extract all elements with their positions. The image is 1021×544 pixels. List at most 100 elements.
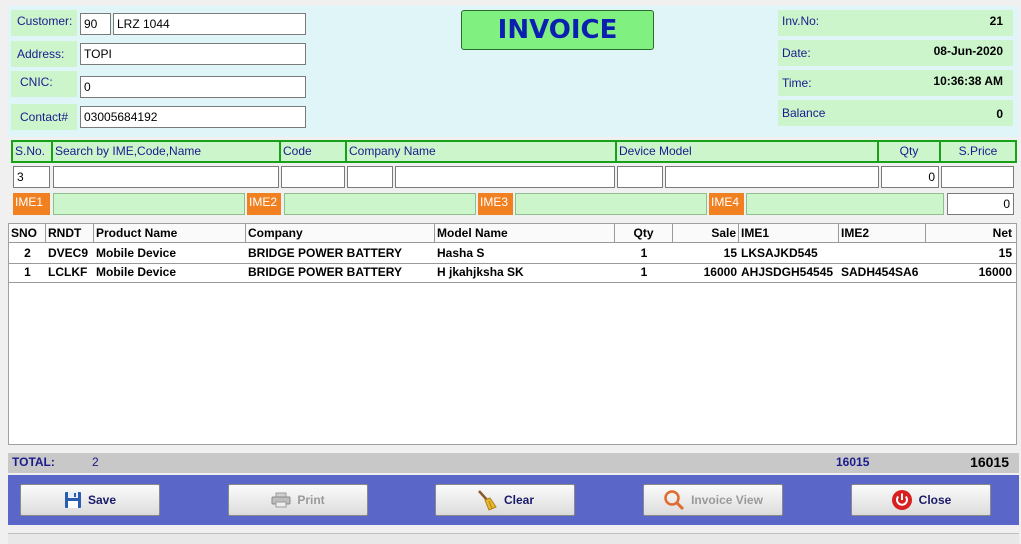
date-value: 08-Jun-2020 bbox=[933, 44, 1003, 58]
qty-input[interactable]: 0 bbox=[881, 166, 939, 188]
printer-icon bbox=[271, 492, 291, 508]
balance-row: Balance 0 bbox=[778, 100, 1013, 126]
inv-no-value: 21 bbox=[989, 14, 1003, 28]
inv-no-label: Inv.No: bbox=[782, 14, 820, 28]
row-sno: 1 bbox=[24, 265, 31, 279]
save-label: Save bbox=[87, 493, 117, 507]
cnic-label: CNIC: bbox=[11, 71, 77, 97]
device-model-id-input[interactable] bbox=[617, 166, 663, 188]
grid-col-rndt[interactable]: RNDT bbox=[46, 224, 94, 243]
customer-label: Customer: bbox=[11, 10, 77, 36]
search-header-sno: S.No. bbox=[13, 142, 53, 161]
balance-label: Balance bbox=[782, 106, 826, 120]
row-ime2: SADH454SA6 bbox=[841, 265, 919, 279]
total-count: 2 bbox=[92, 455, 99, 469]
ime3-label: IME3 bbox=[478, 193, 513, 215]
row-divider bbox=[9, 282, 1016, 283]
grid-col-sale[interactable]: Sale bbox=[673, 224, 739, 243]
ime4-label: IME4 bbox=[709, 193, 744, 215]
totals-bar: TOTAL: 2 16015 16015 bbox=[8, 453, 1019, 473]
row-sale: 16000 bbox=[703, 265, 737, 279]
device-model-input[interactable] bbox=[665, 166, 879, 188]
floppy-disk-icon bbox=[64, 491, 82, 509]
row-rndt: LCLKF bbox=[48, 265, 88, 279]
row-company: BRIDGE POWER BATTERY bbox=[248, 265, 403, 279]
search-header-device-model: Device Model bbox=[617, 142, 879, 161]
ime4-input[interactable] bbox=[746, 193, 944, 215]
close-label: Close bbox=[918, 493, 952, 507]
row-rndt: DVEC9 bbox=[48, 246, 89, 260]
company-name-input[interactable] bbox=[395, 166, 615, 188]
company-id-input[interactable] bbox=[347, 166, 393, 188]
search-header-search: Search by IME,Code,Name bbox=[53, 142, 281, 161]
save-button[interactable]: Save bbox=[20, 484, 160, 516]
ime3-input[interactable] bbox=[515, 193, 707, 215]
customer-name-field[interactable]: LRZ 1044 bbox=[113, 13, 306, 35]
address-field[interactable]: TOPI bbox=[80, 43, 306, 65]
search-header-sprice: S.Price bbox=[958, 144, 998, 158]
row-qty: 1 bbox=[640, 246, 648, 260]
time-row: Time: 10:36:38 AM bbox=[778, 70, 1013, 96]
row-sno: 2 bbox=[24, 246, 31, 260]
date-row: Date: 08-Jun-2020 bbox=[778, 40, 1013, 66]
row-sale: 15 bbox=[723, 246, 737, 260]
row-model: Hasha S bbox=[437, 246, 485, 260]
grid-col-ime2[interactable]: IME2 bbox=[839, 224, 926, 243]
ime-total-input[interactable]: 0 bbox=[947, 193, 1014, 215]
balance-value: 0 bbox=[996, 107, 1003, 121]
invoice-title: INVOICE bbox=[461, 10, 654, 50]
grid-col-qty[interactable]: Qty bbox=[615, 224, 673, 243]
invoice-items-grid[interactable]: SNO RNDT Product Name Company Model Name… bbox=[8, 223, 1017, 445]
sprice-input[interactable] bbox=[941, 166, 1014, 188]
time-value: 10:36:38 AM bbox=[933, 74, 1003, 88]
ime2-label: IME2 bbox=[247, 193, 281, 215]
address-label: Address: bbox=[11, 41, 77, 67]
row-product: Mobile Device bbox=[96, 265, 177, 279]
ime1-input[interactable] bbox=[53, 193, 245, 215]
total-sale: 16015 bbox=[836, 455, 870, 469]
status-bar bbox=[8, 533, 1019, 544]
time-label: Time: bbox=[782, 76, 812, 90]
contact-field[interactable]: 03005684192 bbox=[80, 106, 306, 128]
grid-col-ime1[interactable]: IME1 bbox=[739, 224, 839, 243]
code-input[interactable] bbox=[281, 166, 345, 188]
search-header-company: Company Name bbox=[347, 142, 617, 161]
row-model: H jkahjksha SK bbox=[437, 265, 524, 279]
row-net: 15 bbox=[998, 246, 1012, 260]
row-ime2 bbox=[839, 244, 926, 263]
grid-col-product-name[interactable]: Product Name bbox=[94, 224, 246, 243]
action-bar: Save Print Clear Invoice View Close bbox=[8, 475, 1019, 525]
print-label: Print bbox=[297, 493, 325, 507]
search-header-code: Code bbox=[281, 142, 347, 161]
magnifier-icon bbox=[663, 489, 685, 511]
date-label: Date: bbox=[782, 46, 811, 60]
grid-col-company[interactable]: Company bbox=[246, 224, 435, 243]
ime1-label: IME1 bbox=[13, 193, 50, 215]
contact-label: Contact# bbox=[11, 104, 77, 130]
row-product: Mobile Device bbox=[96, 246, 177, 260]
row-company: BRIDGE POWER BATTERY bbox=[248, 246, 403, 260]
clear-button[interactable]: Clear bbox=[435, 484, 575, 516]
inv-no-row: Inv.No: 21 bbox=[778, 10, 1013, 36]
ime2-input[interactable] bbox=[284, 193, 476, 215]
broom-icon bbox=[476, 489, 498, 511]
total-label: TOTAL: bbox=[12, 455, 55, 469]
grid-col-model-name[interactable]: Model Name bbox=[435, 224, 615, 243]
power-icon bbox=[891, 489, 913, 511]
invoice-view-button[interactable]: Invoice View bbox=[643, 484, 783, 516]
grid-col-sno[interactable]: SNO bbox=[9, 224, 46, 243]
customer-id-field[interactable]: 90 bbox=[80, 13, 111, 35]
grid-col-net[interactable]: Net bbox=[926, 224, 1016, 243]
search-header-qty: Qty bbox=[879, 142, 941, 161]
row-ime1: LKSAJKD545 bbox=[741, 246, 818, 260]
search-input[interactable] bbox=[53, 166, 279, 188]
row-qty: 1 bbox=[640, 265, 648, 279]
row-ime1: AHJSDGH54545 bbox=[741, 265, 834, 279]
row-net: 16000 bbox=[978, 265, 1012, 279]
total-net: 16015 bbox=[970, 454, 1009, 470]
cnic-field[interactable]: 0 bbox=[80, 76, 306, 98]
search-header-row: S.No. Search by IME,Code,Name Code Compa… bbox=[11, 140, 1017, 163]
sno-input[interactable]: 3 bbox=[13, 166, 50, 188]
print-button[interactable]: Print bbox=[228, 484, 368, 516]
close-button[interactable]: Close bbox=[851, 484, 991, 516]
